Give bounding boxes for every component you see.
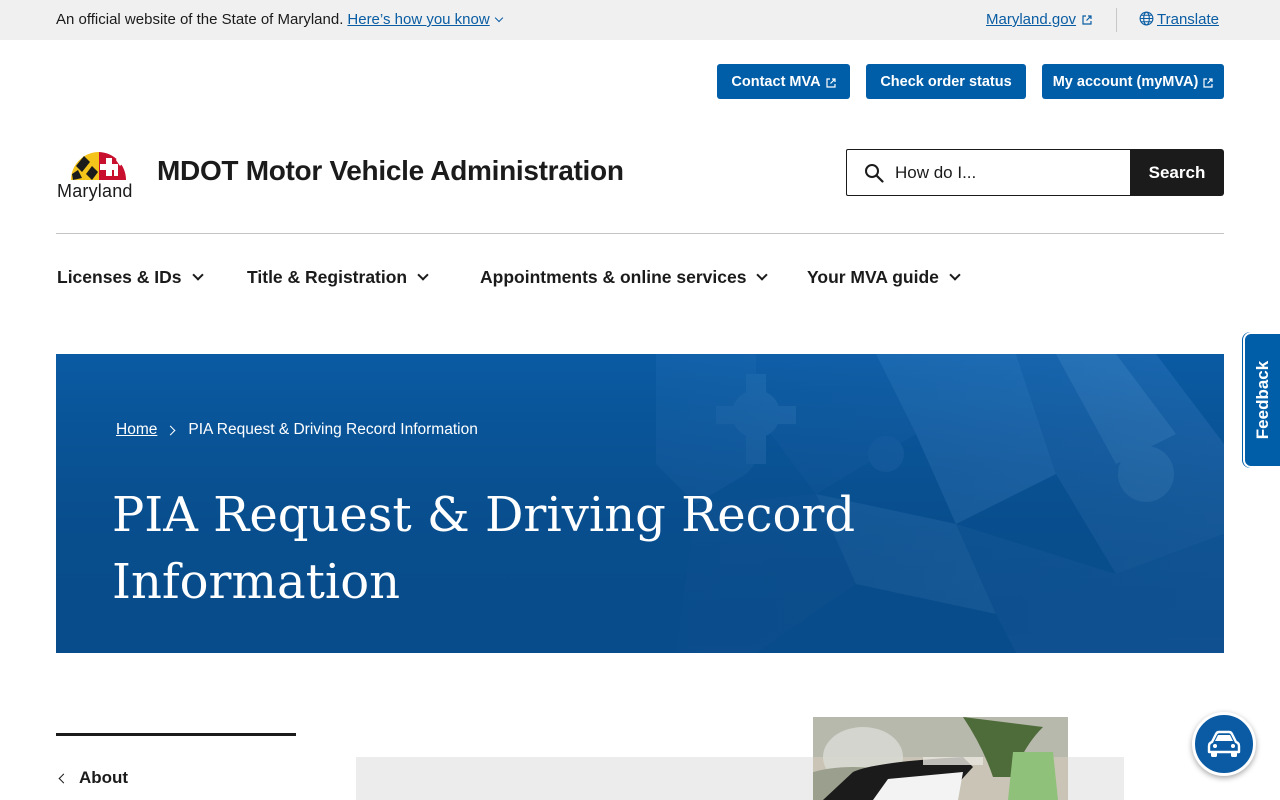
official-site-text-wrap: An official website of the State of Mary… [56, 11, 503, 28]
site-title[interactable]: MDOT Motor Vehicle Administration [157, 155, 624, 187]
nav-item-label: Your MVA guide [807, 267, 939, 287]
laptop-photo [813, 717, 1068, 800]
logo-text: Maryland [57, 181, 133, 201]
contact-mva-label: Contact MVA [731, 73, 821, 90]
nav-item-label: Title & Registration [247, 267, 408, 287]
hero-banner: Home PIA Request & Driving Record Inform… [56, 354, 1224, 653]
side-nav-about-link[interactable]: About [58, 768, 129, 788]
check-order-status-button[interactable]: Check order status [866, 64, 1026, 99]
search-input[interactable] [895, 150, 1125, 195]
chat-assistant-button[interactable] [1192, 712, 1256, 776]
translate-link[interactable]: Translate [1139, 11, 1219, 28]
chevron-down-icon [417, 268, 429, 281]
banner-divider [1116, 8, 1117, 32]
search-field[interactable] [846, 149, 1131, 196]
check-order-status-label: Check order status [880, 73, 1012, 90]
external-link-icon [1082, 15, 1092, 25]
maryland-gov-link[interactable]: Maryland.gov [986, 11, 1092, 28]
feedback-label: Feedback [1252, 360, 1272, 440]
official-site-text: An official website of the State of Mary… [56, 11, 344, 28]
breadcrumb-home-link[interactable]: Home [116, 421, 157, 439]
side-nav-top-border [56, 733, 296, 736]
my-account-label: My account (myMVA) [1052, 73, 1199, 90]
chevron-down-icon [191, 268, 204, 281]
breadcrumb: Home PIA Request & Driving Record Inform… [116, 421, 478, 439]
nav-item-label: Licenses & IDs [57, 267, 182, 287]
nav-item-mva-guide[interactable]: Your MVA guide [807, 267, 961, 288]
how-you-know-label: Here’s how you know [347, 11, 490, 28]
chevron-left-icon [58, 773, 69, 783]
contact-mva-button[interactable]: Contact MVA [717, 64, 850, 99]
my-account-button[interactable]: My account (myMVA) [1042, 64, 1224, 99]
search-button[interactable]: Search [1130, 149, 1224, 196]
external-link-icon [825, 77, 836, 88]
nav-item-title-registration[interactable]: Title & Registration [247, 267, 429, 288]
header-divider [56, 233, 1224, 234]
chevron-right-icon [165, 425, 176, 435]
side-nav-about-label: About [79, 768, 129, 787]
feedback-tab[interactable]: Feedback [1243, 332, 1280, 468]
globe-icon [1139, 11, 1154, 26]
chevron-down-icon [756, 268, 769, 281]
external-link-icon [1203, 77, 1213, 88]
car-chat-icon [1207, 730, 1241, 757]
chevron-down-icon [494, 13, 503, 23]
search-icon [865, 164, 884, 183]
nav-item-label: Appointments & online services [480, 267, 747, 287]
nav-item-licenses-ids[interactable]: Licenses & IDs [57, 267, 204, 288]
breadcrumb-current: PIA Request & Driving Record Information [188, 421, 478, 438]
page-title: PIA Request & Driving Record Information [112, 487, 856, 610]
nav-item-appointments[interactable]: Appointments & online services [480, 267, 769, 288]
maryland-gov-label: Maryland.gov [986, 11, 1077, 28]
how-you-know-link[interactable]: Here’s how you know [347, 11, 503, 28]
translate-label: Translate [1157, 11, 1219, 28]
chevron-down-icon [949, 268, 961, 281]
official-site-banner: An official website of the State of Mary… [0, 0, 1280, 40]
